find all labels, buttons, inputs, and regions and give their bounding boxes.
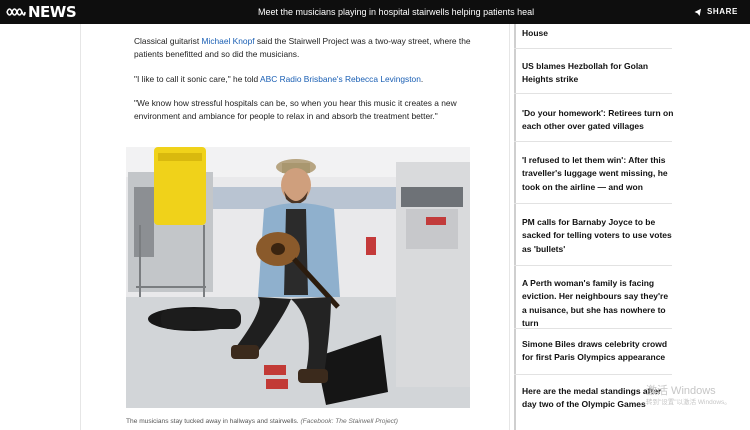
- caption-text: The musicians stay tucked away in hallwa…: [126, 418, 301, 425]
- divider: [514, 48, 672, 49]
- sidebar-story[interactable]: 'Do your homework': Retirees turn on eac…: [522, 107, 674, 134]
- top-bar: NEWS Meet the musicians playing in hospi…: [0, 0, 750, 24]
- paragraph-text: Classical guitarist: [134, 36, 202, 46]
- photo-caption: The musicians stay tucked away in hallwa…: [126, 418, 398, 425]
- divider: [514, 265, 672, 266]
- sidebar-story[interactable]: Simone Biles draws celebrity crowd for f…: [522, 338, 674, 365]
- sidebar-story[interactable]: 'I refused to let them win': After this …: [522, 154, 674, 194]
- abc-radio-brisbane-link[interactable]: ABC Radio Brisbane's Rebecca Levingston: [260, 74, 421, 84]
- divider: [514, 328, 672, 329]
- sidebar-story[interactable]: PM calls for Barnaby Joyce to be sacked …: [522, 216, 674, 256]
- share-label: SHARE: [706, 7, 738, 16]
- share-button[interactable]: SHARE: [694, 5, 738, 19]
- sidebar-story[interactable]: US blames Hezbollah for Golan Heights st…: [522, 60, 674, 87]
- watermark-line: 转到"设置"以激活 Windows。: [646, 399, 731, 406]
- logo-text: NEWS: [28, 3, 77, 21]
- abc-news-logo[interactable]: NEWS: [6, 3, 77, 21]
- divider: [514, 374, 672, 375]
- watermark-line: 激活 Windows: [646, 385, 716, 397]
- related-stories-sidebar: House US blames Hezbollah for Golan Heig…: [514, 24, 674, 430]
- sidebar-story[interactable]: House: [522, 27, 674, 40]
- divider: [514, 93, 672, 94]
- article-photo: [126, 147, 470, 408]
- article-paragraph: "I like to call it sonic care," he told …: [134, 73, 479, 86]
- divider: [514, 203, 672, 204]
- share-icon: [694, 8, 701, 16]
- article-column: Classical guitarist Michael Knopf said t…: [80, 24, 510, 430]
- article-paragraph: "We know how stressful hospitals can be,…: [134, 98, 457, 121]
- abc-logo-icon: [6, 8, 26, 16]
- caption-credit: (Facebook: The Stairwell Project): [300, 418, 398, 425]
- sidebar-border: [514, 24, 516, 430]
- article-paragraph: Classical guitarist Michael Knopf said t…: [134, 35, 479, 61]
- windows-activation-watermark: 激活 Windows 转到"设置"以激活 Windows。: [646, 385, 731, 407]
- page-headline: Meet the musicians playing in hospital s…: [258, 7, 535, 17]
- paragraph-text: .: [420, 74, 424, 84]
- michael-knopf-link[interactable]: Michael Knopf: [202, 36, 255, 46]
- sidebar-story[interactable]: A Perth woman's family is facing evictio…: [522, 277, 674, 330]
- paragraph-text: "I like to call it sonic care," he told: [134, 74, 261, 84]
- divider: [514, 141, 672, 142]
